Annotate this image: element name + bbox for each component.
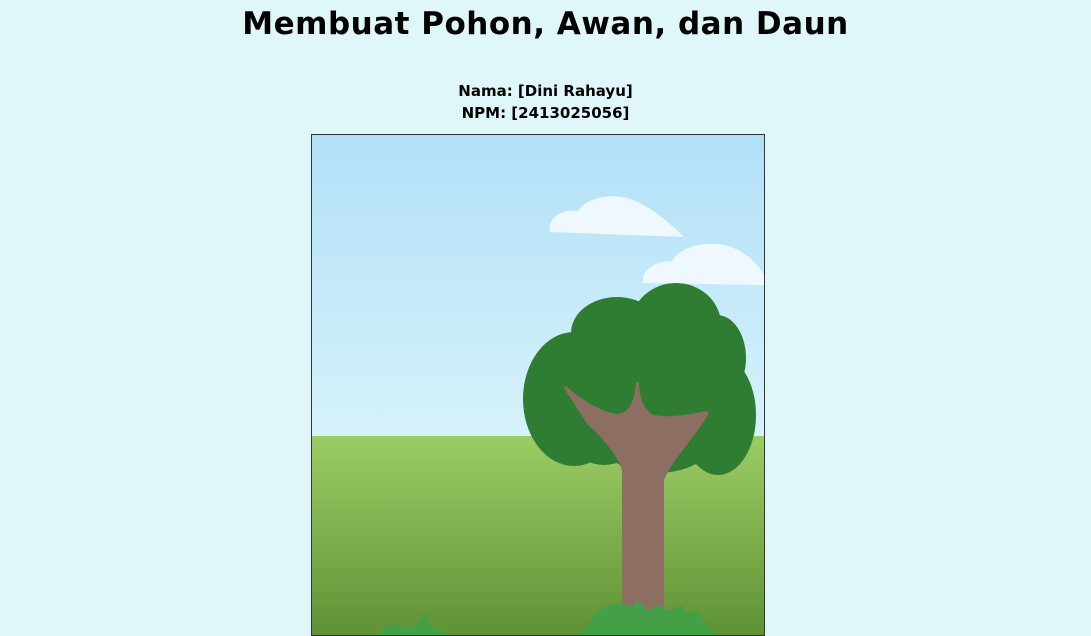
student-npm: NPM: [2413025056] <box>461 104 630 122</box>
scene-illustration <box>312 135 764 635</box>
student-name: Nama: [Dini Rahayu] <box>458 82 633 100</box>
student-identity: Nama: [Dini Rahayu] NPM: [2413025056] <box>0 80 1091 124</box>
grass-field <box>312 436 764 635</box>
page-title: Membuat Pohon, Awan, dan Daun <box>242 6 849 42</box>
drawing-canvas <box>311 134 765 636</box>
